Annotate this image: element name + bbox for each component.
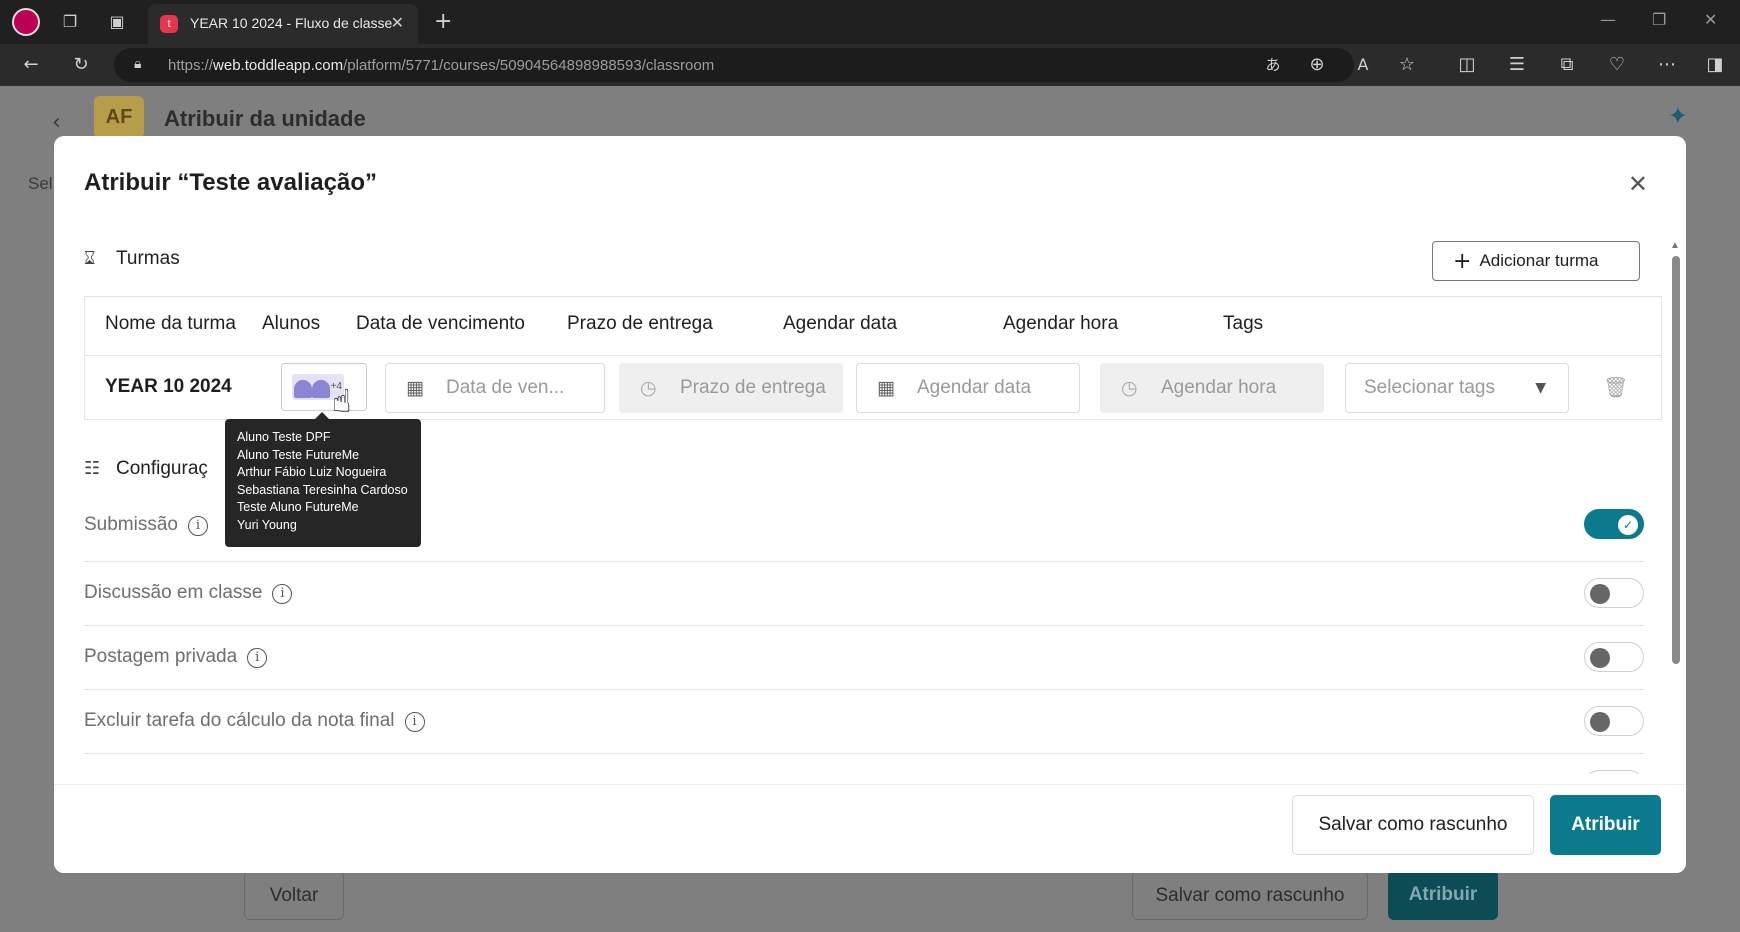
tooltip-student-name: Aluno Teste FutureMe: [237, 447, 360, 462]
col-header-students: Alunos: [262, 313, 321, 334]
setting-label: Excluir tarefa do cálculo da nota final i: [84, 710, 425, 732]
browser-essentials-icon[interactable]: ♡: [1606, 54, 1628, 76]
exclude-grade-toggle[interactable]: [1584, 706, 1644, 736]
browser-navbar: ← ↻ 🔒︎ https://web.toddleapp.com/platfor…: [0, 44, 1740, 86]
profile-avatar[interactable]: [12, 8, 40, 36]
bg-page-title: Atribuir da unidade: [164, 106, 366, 131]
col-header-due-date: Data de vencimento: [356, 313, 525, 334]
scroll-up-icon[interactable]: ▲: [1670, 240, 1680, 251]
toddle-favicon-icon: t: [160, 15, 178, 33]
clock-icon: ◷: [640, 377, 657, 399]
add-class-button[interactable]: + Adicionar turma: [1432, 241, 1640, 281]
setting-row-exclude-grade: Excluir tarefa do cálculo da nota final i: [84, 690, 1644, 754]
tooltip-student-name: Yuri Young: [237, 517, 297, 532]
info-icon[interactable]: i: [188, 516, 208, 536]
bg-back-button: Voltar: [244, 870, 344, 920]
submission-toggle[interactable]: ✓: [1584, 509, 1644, 539]
zoom-icon[interactable]: ⊕: [1306, 54, 1328, 76]
col-header-deadline: Prazo de entrega: [567, 313, 713, 334]
setting-row-class-discussion: Discussão em classe i: [84, 562, 1644, 626]
minimize-icon[interactable]: —: [1600, 10, 1616, 29]
browser-titlebar: ❐ ▣ t YEAR 10 2024 - Fluxo de classe ✕ +…: [0, 0, 1740, 44]
deadline-input: ◷ Prazo de entrega: [619, 363, 843, 413]
bg-select-fragment: Sel: [28, 174, 53, 193]
schedule-date-input[interactable]: ▦ Agendar data: [856, 363, 1080, 413]
classes-heading: ⌛︎ Turmas: [84, 248, 180, 269]
settings-heading: ☷ Configuraç: [84, 458, 208, 479]
split-screen-icon[interactable]: ◫: [1456, 54, 1478, 76]
favorite-star-icon[interactable]: ☆: [1396, 54, 1418, 76]
reload-icon[interactable]: ↻: [70, 54, 92, 76]
info-icon[interactable]: i: [272, 584, 293, 604]
modal-scrollbar[interactable]: ▲ ▼: [1670, 240, 1684, 810]
back-arrow-icon[interactable]: ←: [20, 54, 42, 76]
classes-table: Nome da turma Alunos Data de vencimento …: [84, 296, 1662, 420]
sliders-icon: ☷: [84, 458, 101, 479]
modal-footer: Salvar como rascunho Atribuir: [54, 784, 1686, 873]
sparkle-icon: ✦: [1667, 102, 1688, 130]
close-icon[interactable]: ✕: [1628, 170, 1648, 198]
bg-avatar: AF: [94, 96, 144, 138]
collections-icon[interactable]: ⧉: [1556, 54, 1578, 76]
address-bar[interactable]: 🔒︎ https://web.toddleapp.com/platform/57…: [114, 48, 1354, 82]
browser-tab-active[interactable]: t YEAR 10 2024 - Fluxo de classe ✕: [148, 4, 418, 44]
class-name-cell: YEAR 10 2024: [105, 376, 232, 397]
tooltip-student-name: Teste Aluno FutureMe: [237, 500, 359, 515]
tooltip-student-name: Sebastiana Teresinha Cardoso: [237, 482, 408, 497]
tab-title: YEAR 10 2024 - Fluxo de classe: [190, 15, 393, 31]
lock-icon: 🔒︎: [134, 56, 142, 72]
chevron-down-icon: ▼: [1535, 380, 1546, 396]
bg-assign-button: Atribuir: [1388, 870, 1498, 920]
modal-title: Atribuir “Teste avaliação”: [84, 169, 377, 196]
trash-icon[interactable]: 🗑︎: [1603, 375, 1628, 399]
workspaces-icon[interactable]: ❐: [60, 12, 80, 32]
class-discussion-toggle[interactable]: [1584, 578, 1644, 608]
private-post-toggle[interactable]: [1584, 642, 1644, 672]
tags-select[interactable]: Selecionar tags ▼: [1345, 363, 1569, 413]
hourglass-icon: ⌛︎: [84, 248, 96, 269]
col-header-tags: Tags: [1223, 313, 1264, 334]
setting-label: Submissão i: [84, 514, 208, 536]
save-draft-button[interactable]: Salvar como rascunho: [1292, 795, 1534, 855]
bg-back-icon: ‹: [52, 110, 61, 135]
assign-button[interactable]: Atribuir: [1550, 795, 1661, 855]
info-icon[interactable]: i: [404, 712, 425, 732]
restore-icon[interactable]: ❐: [1652, 10, 1666, 29]
col-header-class-name: Nome da turma: [105, 313, 236, 334]
table-divider: [85, 355, 1661, 356]
window-close-icon[interactable]: ✕: [1704, 10, 1717, 29]
students-tooltip: Aluno Teste DPF Aluno Teste FutureMe Art…: [225, 412, 421, 547]
schedule-time-input: ◷ Agendar hora: [1100, 363, 1324, 413]
col-header-schedule-time: Agendar hora: [1003, 313, 1119, 334]
scrollbar-thumb[interactable]: [1672, 256, 1680, 664]
calendar-icon: ▦: [406, 377, 424, 399]
plus-icon: +: [1453, 249, 1472, 274]
calendar-icon: ▦: [877, 377, 895, 399]
col-header-schedule-date: Agendar data: [783, 313, 898, 334]
setting-row-private-post: Postagem privada i: [84, 626, 1644, 690]
favorites-icon[interactable]: ☰: [1506, 54, 1528, 76]
bg-draft-button: Salvar como rascunho: [1132, 870, 1368, 920]
sidebar-toggle-icon[interactable]: ◨: [1704, 54, 1726, 76]
tooltip-student-name: Arthur Fábio Luiz Nogueira: [237, 465, 387, 480]
vertical-tabs-icon[interactable]: ▣: [107, 12, 127, 32]
translate-icon[interactable]: あ: [1262, 54, 1284, 76]
check-icon: ✓: [1618, 515, 1638, 535]
tooltip-student-name: Aluno Teste DPF: [237, 430, 331, 444]
students-button[interactable]: +4: [281, 363, 367, 411]
setting-row-partial: [84, 754, 1644, 774]
info-icon[interactable]: i: [247, 648, 268, 668]
due-date-input[interactable]: ▦ Data de ven...: [385, 363, 605, 413]
more-menu-icon[interactable]: ⋯: [1656, 54, 1678, 76]
setting-label: Postagem privada i: [84, 646, 268, 668]
partial-toggle[interactable]: [1584, 770, 1644, 774]
hand-pointer-icon: ☝︎: [332, 382, 352, 420]
close-tab-icon[interactable]: ✕: [391, 13, 404, 32]
url-text: https://web.toddleapp.com/platform/5771/…: [168, 57, 715, 74]
clock-icon: ◷: [1121, 377, 1138, 399]
setting-label: Discussão em classe i: [84, 582, 293, 604]
read-aloud-icon[interactable]: A: [1352, 54, 1374, 76]
new-tab-icon[interactable]: +: [434, 9, 452, 34]
